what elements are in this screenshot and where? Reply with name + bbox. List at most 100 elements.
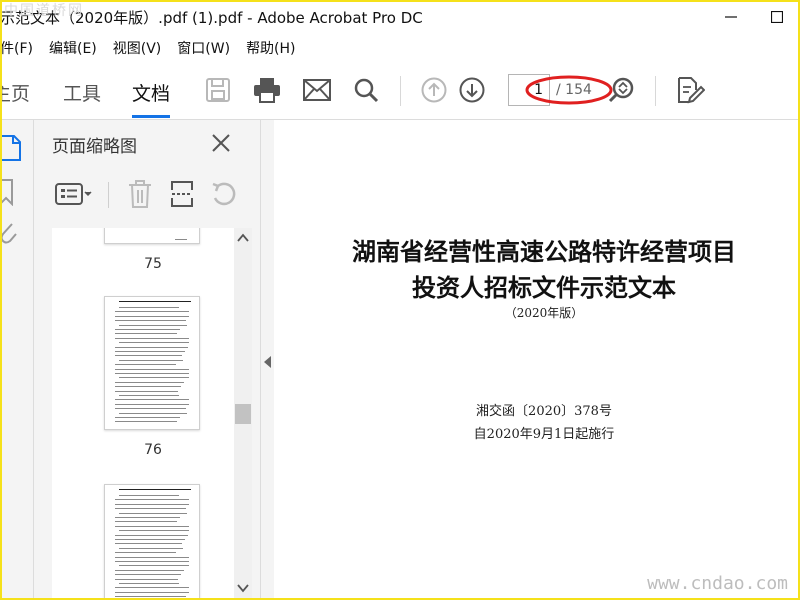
thumbnail-text-line [115, 386, 181, 388]
document-title-line1: 湖南省经营性高速公路特许经营项目 [352, 237, 736, 266]
thumbnail-text-line [115, 503, 189, 505]
thumbnails-panel: 页面缩略图 75 76 [34, 120, 260, 600]
page-up-icon[interactable] [419, 75, 449, 105]
thumbnail-page[interactable] [104, 228, 200, 244]
thumbnail-text-line [115, 587, 189, 589]
thumbnail-page[interactable] [104, 296, 200, 430]
close-icon[interactable] [210, 132, 232, 154]
menu-file[interactable]: 件(F) [0, 38, 41, 58]
thumbnail-text-line [119, 324, 187, 326]
thumbnail-scrollbar[interactable] [234, 228, 252, 600]
delete-button[interactable] [128, 178, 152, 210]
thumbnail-text-line [115, 333, 177, 335]
navigation-pane-strip [0, 120, 34, 600]
document-effective-date: 自2020年9月1日起施行 [473, 427, 615, 442]
thumbnail-text-line [115, 373, 189, 374]
thumbnail-text-line [119, 530, 189, 532]
thumbnail-text-line [115, 508, 186, 510]
thumbnail-page[interactable] [104, 484, 200, 600]
thumbnail-text-line [115, 499, 189, 501]
page-options-icon [55, 183, 92, 205]
collapse-panel-icon[interactable] [264, 356, 272, 368]
thumbnail-text-line [115, 556, 189, 558]
thumbnail-list: 75 76 [52, 228, 234, 600]
thumbnail-text-line [119, 489, 191, 490]
thumbnail-text-line [115, 351, 185, 352]
bookmarks-icon[interactable] [0, 178, 24, 206]
thumbnail-text-line [115, 320, 186, 322]
document-number: 湘交函〔2020〕378号 [476, 404, 612, 419]
menu-window[interactable]: 窗口(W) [169, 38, 238, 58]
thumbnail-text-line [119, 512, 187, 514]
menu-help[interactable]: 帮助(H) [238, 38, 303, 58]
thumbnail-text-line [115, 329, 180, 330]
thumbnail-text-line [119, 359, 183, 361]
watermark-bottom: www.cndao.com [647, 573, 788, 594]
thumbnail-text-line [119, 583, 179, 584]
thumbnail-text-line [115, 390, 178, 392]
thumbnail-text-line [115, 591, 189, 593]
thumbnail-text-line [115, 534, 188, 536]
tab-document[interactable]: 文档 [132, 79, 171, 118]
fill-sign-icon[interactable] [675, 75, 705, 105]
save-icon[interactable] [203, 75, 233, 105]
tab-tools[interactable]: 工具 [63, 79, 101, 106]
attachments-icon[interactable] [0, 220, 24, 248]
scrollbar-thumb[interactable] [235, 404, 251, 424]
rotate-button[interactable] [210, 178, 238, 210]
print-icon[interactable] [252, 75, 282, 105]
thumbnail-text-line [115, 399, 189, 401]
menu-view[interactable]: 视图(V) [105, 38, 170, 58]
thumbnail-text-line [119, 307, 179, 308]
panel-toolbar-separator [108, 182, 109, 208]
thumbnail-text-line [115, 381, 184, 383]
email-icon[interactable] [302, 75, 332, 105]
title-bar: 示范文本（2020年版）.pdf (1).pdf - Adobe Acrobat… [0, 0, 800, 34]
thumbnail-text-line [119, 301, 191, 302]
thumbnail-text-line [115, 315, 189, 317]
thumbnail-text-line [115, 569, 184, 571]
thumbnail-text-line [115, 311, 189, 313]
thumbnail-text-line [119, 565, 189, 567]
thumbnail-text-line [119, 412, 187, 414]
page-options-button[interactable] [54, 178, 94, 210]
thumbnail-text-line [115, 346, 188, 348]
thumbnail-text-line [115, 539, 185, 540]
thumbnail-text-line [115, 543, 182, 545]
minimize-button[interactable] [708, 0, 754, 34]
thumbnail-text-line [115, 355, 182, 357]
extract-button[interactable] [170, 178, 194, 210]
thumbnail-text-line [115, 421, 177, 423]
delete-icon [129, 180, 151, 208]
toolbar: 主页 工具 文档 1 / 154 [0, 62, 800, 120]
menu-bar: 件(F) 编辑(E) 视图(V) 窗口(W) 帮助(H) [0, 34, 800, 62]
thumbnail-label: 76 [144, 442, 162, 458]
thumbnail-text-line [119, 342, 189, 344]
minimize-icon [725, 16, 737, 18]
thumbnail-text-line [115, 578, 178, 580]
thumbnail-text-line [119, 395, 179, 396]
panel-title: 页面缩略图 [52, 137, 137, 157]
tab-home[interactable]: 主页 [0, 79, 30, 106]
menu-edit[interactable]: 编辑(E) [41, 38, 105, 58]
toolbar-separator [655, 76, 656, 106]
page-thumbnails-icon[interactable] [0, 134, 24, 162]
thumbnail-text-line [115, 408, 186, 410]
highlight-ellipse [525, 75, 613, 105]
scroll-down-icon[interactable] [237, 582, 249, 594]
panel-toolbar [34, 178, 260, 214]
panel-splitter[interactable] [260, 120, 274, 600]
scroll-up-icon[interactable] [237, 232, 249, 244]
thumbnail-label: 75 [144, 256, 162, 272]
rotate-icon [212, 182, 236, 206]
maximize-icon [771, 11, 783, 23]
document-view: 湖南省经营性高速公路特许经营项目 投资人招标文件示范文本 （2020年版） 湘交… [274, 120, 800, 600]
document-edition: （2020年版） [504, 306, 584, 320]
page-down-icon[interactable] [457, 75, 487, 105]
thumbnail-text-line [115, 368, 189, 370]
search-icon[interactable] [351, 75, 381, 105]
thumbnail-text-line [115, 403, 189, 405]
thumbnail-text-line [115, 364, 176, 366]
thumbnail-text-line [115, 574, 181, 576]
maximize-button[interactable] [754, 0, 800, 34]
